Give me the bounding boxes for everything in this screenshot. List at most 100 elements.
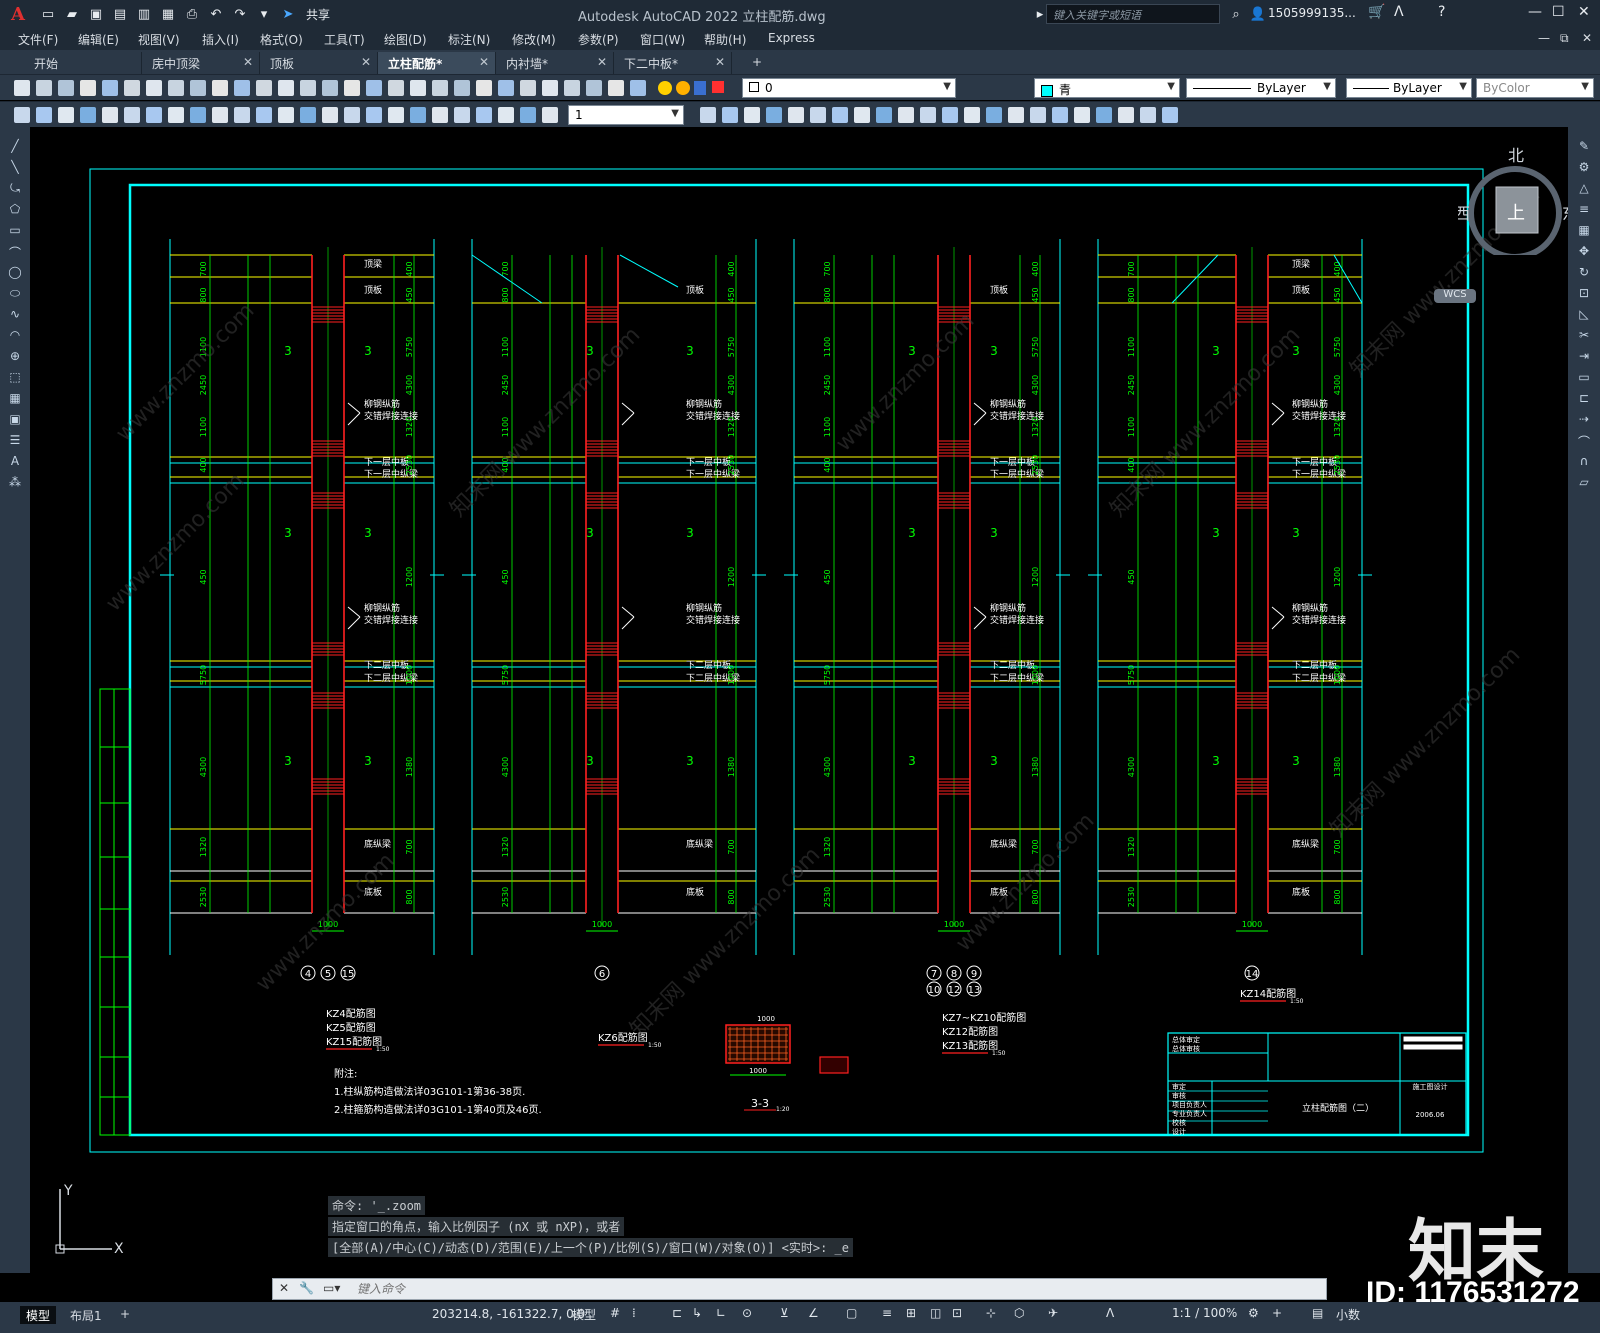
dimension-tool-icon[interactable] — [810, 107, 826, 123]
dimension-tool-icon[interactable] — [476, 107, 492, 123]
tab-start[interactable]: 开始 — [24, 52, 142, 74]
standard-tool-icon[interactable] — [256, 80, 272, 96]
autocad-logo-button[interactable]: A — [0, 0, 36, 28]
dimension-tool-icon[interactable] — [942, 107, 958, 123]
dimension-tool-icon[interactable] — [876, 107, 892, 123]
status-toggle-icon[interactable]: ⁞ — [632, 1306, 636, 1320]
draw-tool-icon[interactable]: ☰ — [7, 433, 23, 447]
dim-scale-dropdown[interactable]: 1 ▼ — [568, 105, 684, 125]
command-recent-icon[interactable]: ▭▾ — [323, 1281, 340, 1295]
status-toggle-icon[interactable]: ↳ — [692, 1306, 702, 1320]
dimension-tool-icon[interactable] — [766, 107, 782, 123]
dimension-tool-icon[interactable] — [124, 107, 140, 123]
layout-tab-model[interactable]: 模型 — [20, 1306, 57, 1324]
draw-tool-icon[interactable]: ∿ — [7, 307, 23, 321]
status-toggle-icon[interactable]: ▢ — [846, 1306, 857, 1320]
standard-tool-icon[interactable] — [410, 80, 426, 96]
menu-file[interactable]: 文件(F) — [18, 31, 58, 48]
undo-icon[interactable]: ↶ — [206, 4, 226, 24]
modify-tool-icon[interactable]: ↻ — [1576, 265, 1592, 279]
standard-tool-icon[interactable] — [278, 80, 294, 96]
dimension-tool-icon[interactable] — [14, 107, 30, 123]
share-icon[interactable]: ➤ — [278, 4, 298, 24]
standard-tool-icon[interactable] — [542, 80, 558, 96]
dimension-tool-icon[interactable] — [520, 107, 536, 123]
dimension-tool-icon[interactable] — [1052, 107, 1068, 123]
menu-dimension[interactable]: 标注(N) — [448, 31, 490, 48]
annotation-scale[interactable]: 1:1 / 100% — [1172, 1306, 1237, 1320]
standard-tool-icon[interactable] — [102, 80, 118, 96]
menu-insert[interactable]: 插入(I) — [202, 31, 239, 48]
modify-tool-icon[interactable]: ⊏ — [1576, 391, 1592, 405]
status-toggle-icon[interactable]: Ʌ — [1106, 1306, 1114, 1320]
dimension-tool-icon[interactable] — [388, 107, 404, 123]
modify-tool-icon[interactable]: ✂ — [1576, 328, 1592, 342]
standard-tool-icon[interactable] — [58, 80, 74, 96]
modify-tool-icon[interactable]: ▱ — [1576, 475, 1592, 489]
dimension-tool-icon[interactable] — [256, 107, 272, 123]
status-toggle-icon[interactable]: ∟ — [716, 1306, 726, 1320]
modify-tool-icon[interactable]: ⌒ — [1576, 433, 1592, 449]
draw-tool-icon[interactable]: ▦ — [7, 391, 23, 405]
modify-tool-icon[interactable]: ⇢ — [1576, 412, 1592, 426]
standard-tool-icon[interactable] — [454, 80, 470, 96]
dimension-tool-icon[interactable] — [410, 107, 426, 123]
color-dropdown[interactable]: 青 ▼ — [1034, 78, 1180, 98]
maximize-icon[interactable]: ☐ — [1552, 4, 1565, 20]
draw-tool-icon[interactable]: ⬚ — [7, 370, 23, 384]
modify-tool-icon[interactable]: ◺ — [1576, 307, 1592, 321]
standard-tool-icon[interactable] — [498, 80, 514, 96]
menu-format[interactable]: 格式(O) — [260, 31, 303, 48]
dimension-tool-icon[interactable] — [454, 107, 470, 123]
standard-tool-icon[interactable] — [234, 80, 250, 96]
status-toggle-icon[interactable]: ◫ — [930, 1306, 941, 1320]
standard-tool-icon[interactable] — [388, 80, 404, 96]
modify-tool-icon[interactable]: ▦ — [1576, 223, 1592, 237]
dimension-tool-icon[interactable] — [1162, 107, 1178, 123]
open-file-icon[interactable]: ▰ — [62, 4, 82, 24]
command-close-icon[interactable]: ✕ — [279, 1281, 289, 1295]
plotstyle-dropdown[interactable]: ByColor ▼ — [1476, 78, 1594, 98]
status-toggle-icon[interactable]: ⊡ — [952, 1306, 962, 1320]
new-tab-button[interactable]: + — [742, 52, 768, 74]
dimension-tool-icon[interactable] — [986, 107, 1002, 123]
dimension-tool-icon[interactable] — [1008, 107, 1024, 123]
modify-tool-icon[interactable]: ≡ — [1576, 202, 1592, 216]
menu-help[interactable]: 帮助(H) — [704, 31, 746, 48]
search-icon[interactable]: ⌕ — [1226, 4, 1246, 24]
standard-tool-icon[interactable] — [146, 80, 162, 96]
viewcube-north[interactable]: 北 — [1508, 146, 1524, 165]
standard-tool-icon[interactable] — [14, 80, 30, 96]
draw-tool-icon[interactable]: ◯ — [7, 265, 23, 279]
modify-tool-icon[interactable]: ∩ — [1576, 454, 1592, 468]
command-customize-icon[interactable]: 🔧 — [299, 1281, 314, 1295]
standard-tool-icon[interactable] — [124, 80, 140, 96]
layer-sun-icon[interactable] — [676, 81, 690, 95]
modify-tool-icon[interactable]: ✎ — [1576, 139, 1592, 153]
doc-restore-icon[interactable]: ⧉ — [1560, 31, 1569, 46]
tab-lining-wall[interactable]: 内衬墙* ✕ — [496, 52, 614, 74]
tab-close-icon[interactable]: ✕ — [243, 55, 253, 69]
dimension-tool-icon[interactable] — [168, 107, 184, 123]
dimension-tool-icon[interactable] — [498, 107, 514, 123]
status-toggle-icon[interactable]: ⊞ — [906, 1306, 916, 1320]
draw-tool-icon[interactable]: ╱ — [7, 139, 23, 153]
tab-roof[interactable]: 顶板 ✕ — [260, 52, 378, 74]
dimension-tool-icon[interactable] — [700, 107, 716, 123]
draw-tool-icon[interactable]: ▣ — [7, 412, 23, 426]
status-toggle-icon[interactable]: ⚙ — [1248, 1306, 1259, 1320]
standard-tool-icon[interactable] — [630, 80, 646, 96]
draw-tool-icon[interactable]: ⁂ — [7, 475, 23, 489]
status-toggle-icon[interactable]: ≡ — [882, 1306, 892, 1320]
viewcube-west[interactable]: 西 — [1458, 204, 1470, 223]
tab-slab[interactable]: 下二中板* ✕ — [614, 52, 732, 74]
help-icon[interactable]: ? — [1438, 4, 1445, 20]
standard-tool-icon[interactable] — [344, 80, 360, 96]
dimension-tool-icon[interactable] — [212, 107, 228, 123]
tab-close-icon[interactable]: ✕ — [715, 55, 725, 69]
tab-beam[interactable]: 庑中顶梁 ✕ — [142, 52, 260, 74]
dimension-tool-icon[interactable] — [300, 107, 316, 123]
menu-tools[interactable]: 工具(T) — [324, 31, 365, 48]
standard-tool-icon[interactable] — [190, 80, 206, 96]
draw-tool-icon[interactable]: ▭ — [7, 223, 23, 237]
